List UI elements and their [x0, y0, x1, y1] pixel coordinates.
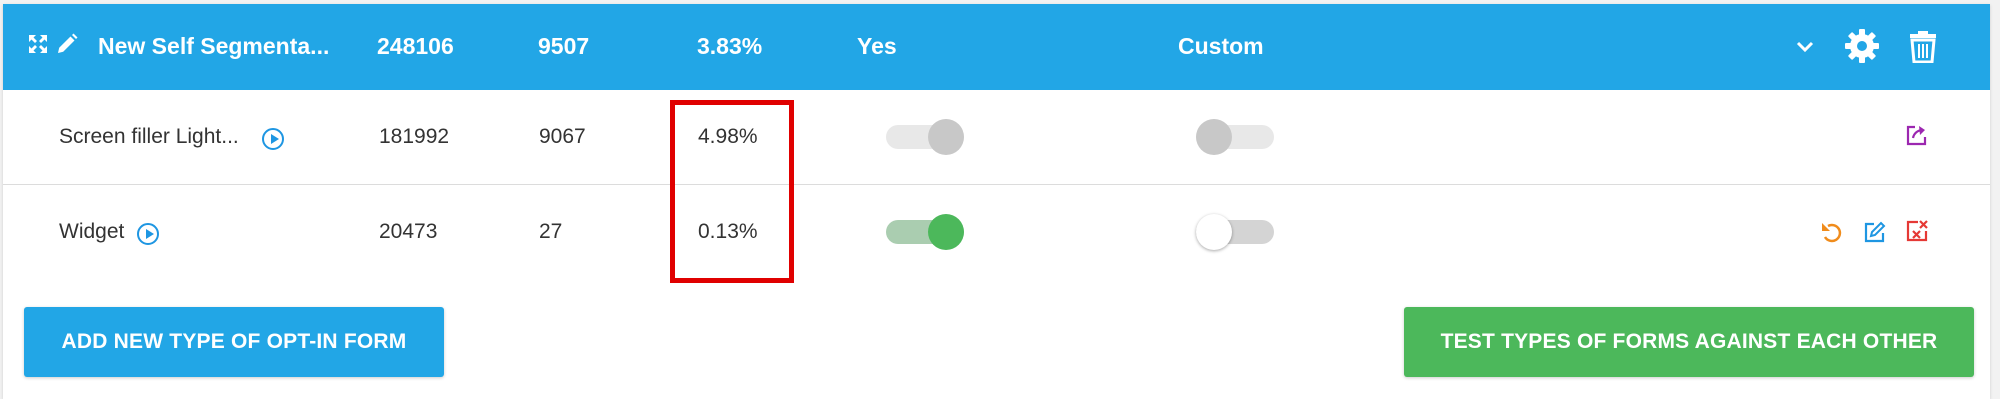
- delete-icon[interactable]: [1905, 219, 1929, 243]
- custom-toggle[interactable]: [1196, 119, 1276, 155]
- header-rate: 3.83%: [697, 33, 763, 59]
- rate-highlight-box: [670, 100, 794, 283]
- play-icon[interactable]: [137, 223, 159, 245]
- table-row: Widget 20473 27 0.13%: [3, 185, 1990, 279]
- test-forms-button[interactable]: TEST TYPES OF FORMS AGAINST EACH OTHER: [1404, 307, 1974, 377]
- add-form-button[interactable]: ADD NEW TYPE OF OPT-IN FORM: [24, 307, 444, 377]
- share-icon[interactable]: [1905, 123, 1929, 147]
- segment-title[interactable]: New Self Segmenta...: [98, 33, 329, 60]
- header-active: Yes: [857, 33, 897, 59]
- header-conversions: 9507: [538, 33, 590, 59]
- chevron-down-icon[interactable]: [1795, 37, 1815, 57]
- segment-card: New Self Segmenta... 248106 9507 3.83% Y…: [3, 4, 1990, 399]
- play-icon[interactable]: [262, 128, 284, 150]
- header-segment: Custom: [1178, 33, 1264, 59]
- header-visitors: 248106: [377, 33, 454, 59]
- trash-icon[interactable]: [1908, 29, 1938, 63]
- table-row: Screen filler Light... 181992 9067 4.98%: [3, 90, 1990, 185]
- edit-icon[interactable]: [1863, 220, 1887, 244]
- row-visitors: 20473: [379, 220, 438, 243]
- active-toggle[interactable]: [886, 214, 966, 250]
- custom-toggle[interactable]: [1196, 214, 1276, 250]
- form-name: Screen filler Light...: [59, 125, 239, 148]
- form-name: Widget: [59, 220, 125, 243]
- row-conversions: 27: [539, 220, 563, 243]
- segment-header: New Self Segmenta... 248106 9507 3.83% Y…: [3, 4, 1990, 90]
- undo-icon[interactable]: [1820, 220, 1844, 244]
- expand-icon[interactable]: [26, 32, 50, 56]
- active-toggle[interactable]: [886, 119, 966, 155]
- pencil-icon[interactable]: [55, 32, 79, 56]
- gear-icon[interactable]: [1844, 28, 1880, 64]
- row-conversions: 9067: [539, 125, 586, 148]
- row-visitors: 181992: [379, 125, 450, 148]
